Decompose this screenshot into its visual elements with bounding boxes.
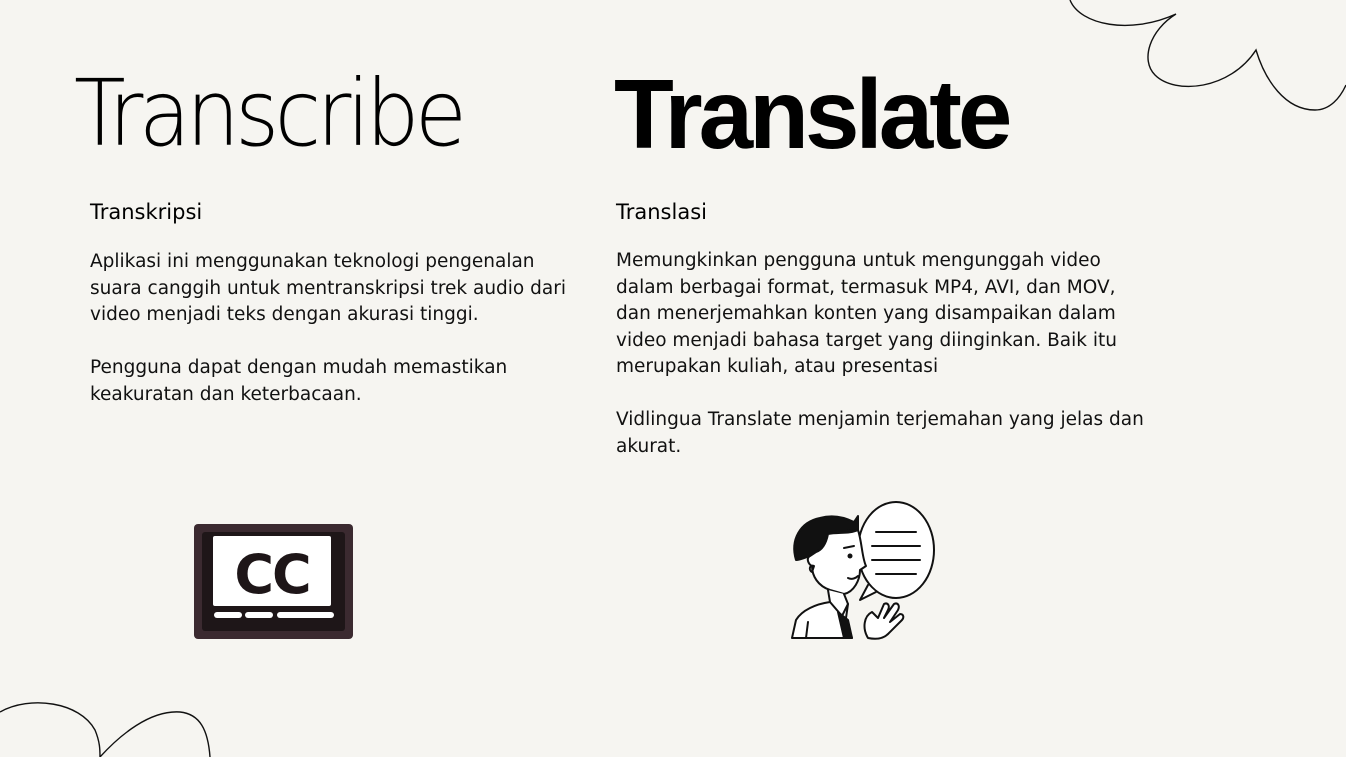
closed-captions-icon: CC	[194, 524, 353, 639]
translate-paragraph: Vidlingua Translate menjamin terjemahan …	[616, 409, 1144, 457]
transcribe-subtitle: Transkripsi	[90, 200, 203, 224]
transcribe-description: Aplikasi ini menggunakan teknologi penge…	[90, 249, 580, 435]
cc-label: CC	[234, 543, 309, 606]
translate-paragraph: Memungkinkan pengguna untuk mengunggah v…	[616, 250, 1117, 377]
transcribe-paragraph: Aplikasi ini menggunakan teknologi penge…	[90, 251, 566, 325]
scribble-decoration-top-right	[1069, 0, 1346, 111]
transcribe-paragraph: Pengguna dapat dengan mudah memastikan k…	[90, 357, 508, 405]
translate-title: Translate	[614, 59, 1012, 169]
translate-description: Memungkinkan pengguna untuk mengunggah v…	[616, 248, 1156, 487]
transcribe-title: Transcribe	[74, 60, 467, 167]
speaking-person-icon	[788, 500, 938, 642]
scribble-decoration-bottom-left	[0, 702, 211, 757]
translate-subtitle: Translasi	[616, 200, 707, 224]
slide: Transcribe Transkripsi Aplikasi ini meng…	[0, 0, 1346, 757]
